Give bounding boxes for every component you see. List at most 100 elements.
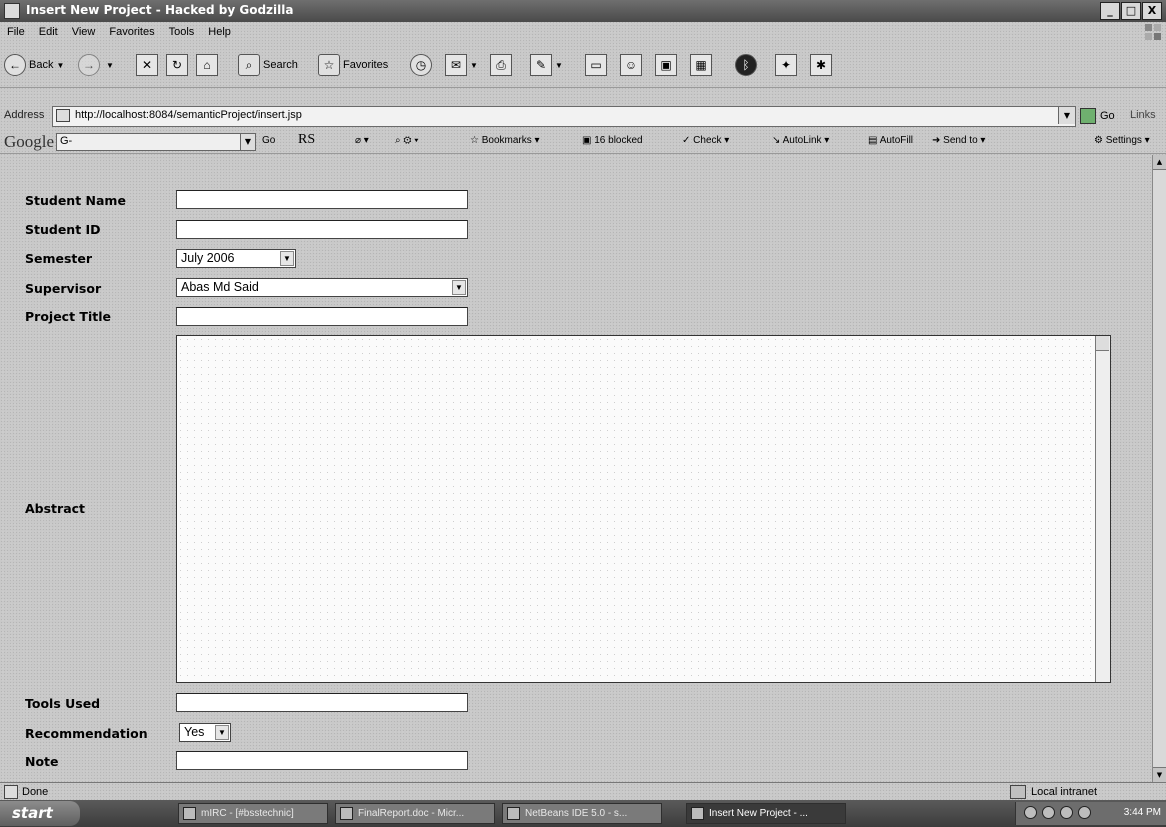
app-icon: ▦ xyxy=(690,54,712,76)
close-button[interactable]: X xyxy=(1142,2,1162,20)
popup-blocker-button[interactable]: ▣ 16 blocked xyxy=(582,135,643,146)
toolbar-app-button-4[interactable]: ✱ xyxy=(810,51,832,79)
search-button[interactable]: ⌕ Search xyxy=(238,51,298,79)
discuss-button[interactable]: ▭ xyxy=(585,51,607,79)
toolbar-app-button-1[interactable]: ▣ xyxy=(655,51,677,79)
chevron-down-icon[interactable]: ▼ xyxy=(452,280,466,295)
task-mirc[interactable]: mIRC - [#bsstechnic] xyxy=(178,803,328,824)
bluetooth-button[interactable]: ᛒ xyxy=(735,51,760,79)
tools-used-label: Tools Used xyxy=(25,696,101,711)
tray-icon[interactable] xyxy=(1078,806,1091,819)
address-input[interactable]: http://localhost:8084/semanticProject/in… xyxy=(52,106,1076,127)
discuss-icon: ▭ xyxy=(585,54,607,76)
chevron-down-icon: ▼ xyxy=(106,60,114,70)
google-rs-button[interactable]: RS xyxy=(298,132,315,148)
chevron-down-icon[interactable]: ▼ xyxy=(1058,107,1075,124)
page-icon xyxy=(56,109,70,122)
go-arrow-icon xyxy=(1080,108,1096,124)
google-go-button[interactable]: Go xyxy=(262,135,275,146)
note-input[interactable] xyxy=(176,751,468,770)
abstract-textarea[interactable] xyxy=(176,335,1111,683)
student-name-label: Student Name xyxy=(25,193,126,208)
tray-icon[interactable] xyxy=(1024,806,1037,819)
task-insert-new-project[interactable]: Insert New Project - ... xyxy=(686,803,846,824)
google-search-input[interactable]: G- ▼ xyxy=(56,133,256,151)
google-bookmarks-button[interactable]: ☆ Bookmarks ▾ xyxy=(470,135,540,146)
student-id-input[interactable] xyxy=(176,220,468,239)
windows-logo-icon xyxy=(1144,23,1162,41)
scroll-down-icon[interactable]: ▼ xyxy=(1153,767,1166,782)
task-word[interactable]: FinalReport.doc - Micr... xyxy=(335,803,495,824)
app-icon: ✦ xyxy=(775,54,797,76)
supervisor-value: Abas Md Said xyxy=(181,280,259,294)
supervisor-select[interactable]: Abas Md Said ▼ xyxy=(176,278,468,297)
favorites-button[interactable]: ☆ Favorites xyxy=(318,51,388,79)
back-arrow-icon: ← xyxy=(4,54,26,76)
semester-label: Semester xyxy=(25,251,93,266)
student-name-input[interactable] xyxy=(176,190,468,209)
chevron-down-icon[interactable]: ▼ xyxy=(280,251,294,266)
minimize-button[interactable]: _ xyxy=(1100,2,1120,20)
project-title-input[interactable] xyxy=(176,307,468,326)
chevron-down-icon[interactable]: ▼ xyxy=(240,134,255,150)
note-label: Note xyxy=(25,754,59,769)
send-to-label: Send to xyxy=(943,135,978,146)
start-label: start xyxy=(12,804,53,822)
back-button[interactable]: ← Back ▼ xyxy=(4,51,64,79)
autolink-button[interactable]: ↘ AutoLink ▾ xyxy=(772,135,829,146)
settings-button[interactable]: ⚙ Settings ▾ xyxy=(1094,135,1150,146)
star-icon: ☆ xyxy=(318,54,340,76)
mail-button[interactable]: ✉ ▼ xyxy=(445,51,478,79)
check-label: Check xyxy=(693,135,722,146)
back-label: Back xyxy=(29,59,54,71)
scroll-up-icon[interactable]: ▲ xyxy=(1153,155,1166,170)
scroll-up-icon[interactable] xyxy=(1096,336,1109,351)
toolbar-app-button-2[interactable]: ▦ xyxy=(690,51,712,79)
history-button[interactable]: ◷ xyxy=(410,51,435,79)
tray-icon[interactable] xyxy=(1042,806,1055,819)
google-search-site-icon[interactable]: ⌕ ⚙ ▾ xyxy=(395,135,418,146)
go-button[interactable]: Go xyxy=(1080,108,1115,124)
menu-help[interactable]: Help xyxy=(201,22,238,42)
project-title-label: Project Title xyxy=(25,309,111,324)
edit-button[interactable]: ✎ ▼ xyxy=(530,51,563,79)
history-icon: ◷ xyxy=(410,54,432,76)
autofill-button[interactable]: ▤ AutoFill xyxy=(868,135,913,146)
maximize-button[interactable]: □ xyxy=(1121,2,1141,20)
status-done: Done xyxy=(4,785,48,799)
toolbar-app-button-3[interactable]: ✦ xyxy=(775,51,797,79)
menu-edit[interactable]: Edit xyxy=(32,22,65,42)
menu-file[interactable]: File xyxy=(0,22,32,42)
settings-label: Settings xyxy=(1105,135,1142,146)
tray-icon[interactable] xyxy=(1060,806,1073,819)
title-bar: Insert New Project - Hacked by Godzilla … xyxy=(0,0,1166,22)
forward-button[interactable]: → ▼ xyxy=(78,51,114,79)
task-netbeans[interactable]: NetBeans IDE 5.0 - s... xyxy=(502,803,662,824)
menu-tools[interactable]: Tools xyxy=(162,22,202,42)
semester-select[interactable]: July 2006 ▼ xyxy=(176,249,296,268)
standard-toolbar: ← Back ▼ → ▼ ✕ ↻ ⌂ ⌕ Search ☆ Favorites ◷ … xyxy=(0,42,1166,88)
chevron-down-icon[interactable]: ▼ xyxy=(215,725,229,740)
page-done-icon xyxy=(4,785,18,799)
abstract-scrollbar[interactable] xyxy=(1095,336,1110,682)
links-button[interactable]: Links xyxy=(1130,109,1156,121)
recommendation-select[interactable]: Yes ▼ xyxy=(179,723,231,742)
intranet-icon xyxy=(1010,785,1026,799)
send-to-button[interactable]: ➜ Send to ▾ xyxy=(932,135,985,146)
spellcheck-button[interactable]: ✓ Check ▾ xyxy=(682,135,729,146)
menu-view[interactable]: View xyxy=(65,22,103,42)
stop-button[interactable]: ✕ xyxy=(136,51,158,79)
window-title: Insert New Project - Hacked by Godzilla xyxy=(26,3,294,17)
tools-used-input[interactable] xyxy=(176,693,468,712)
print-button[interactable]: ⎙ xyxy=(490,51,512,79)
start-button[interactable]: start xyxy=(0,801,80,826)
home-button[interactable]: ⌂ xyxy=(196,51,218,79)
page-scrollbar[interactable]: ▲ ▼ xyxy=(1152,155,1166,782)
refresh-button[interactable]: ↻ xyxy=(166,51,188,79)
app-icon: ✱ xyxy=(810,54,832,76)
messenger-button[interactable]: ☺ xyxy=(620,51,642,79)
status-bar: Done Local intranet xyxy=(0,782,1166,800)
bookmarks-label: Bookmarks xyxy=(481,135,532,146)
google-news-icon[interactable]: ⌀ ▾ xyxy=(355,135,369,146)
menu-favorites[interactable]: Favorites xyxy=(102,22,161,42)
